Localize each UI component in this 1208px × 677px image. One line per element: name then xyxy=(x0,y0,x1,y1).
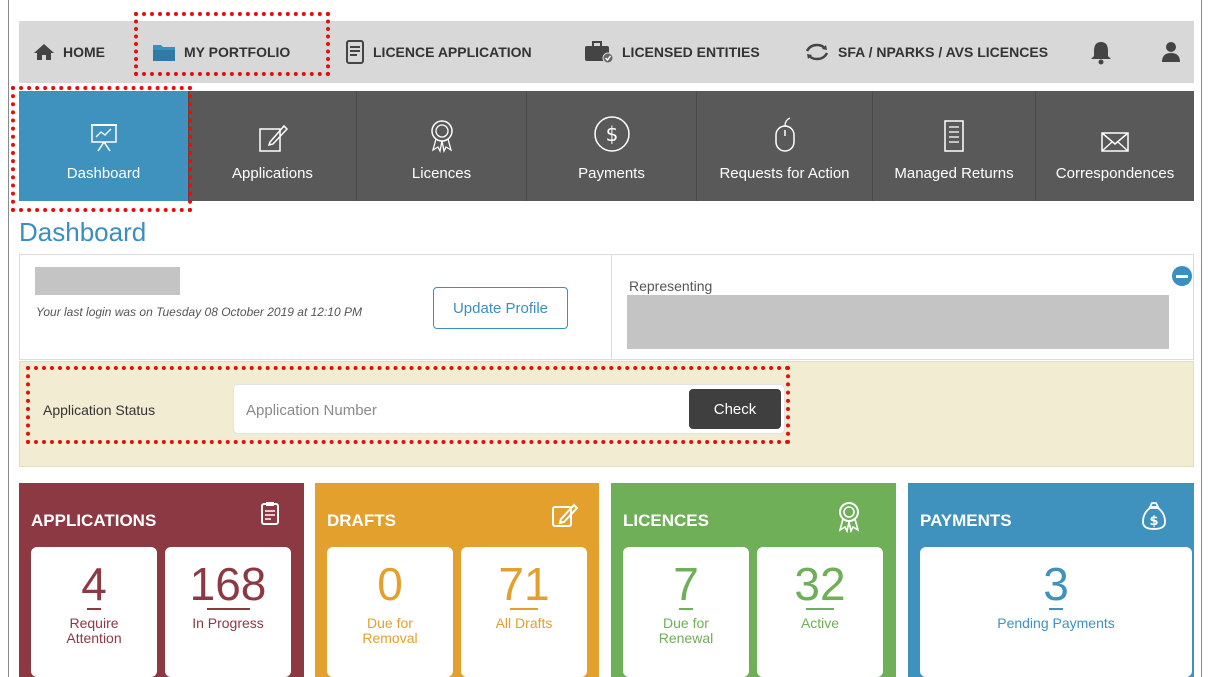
tab-licences-label: Licences xyxy=(411,165,472,182)
svg-text:$: $ xyxy=(605,122,618,146)
tab-applications[interactable]: Applications xyxy=(189,91,357,201)
payments-card: PAYMENTS $ 3 Pending Payments xyxy=(908,483,1194,677)
licences-card-title: LICENCES xyxy=(623,511,709,530)
dollar-circle-icon: $ xyxy=(593,116,630,152)
profile-panel: Your last login was on Tuesday 08 Octobe… xyxy=(19,254,1194,360)
application-number-input[interactable] xyxy=(246,395,676,425)
require-attention-stat[interactable]: 4 Require Attention xyxy=(31,547,157,677)
representing-label: Representing xyxy=(629,278,713,294)
tab-payments-label: Payments xyxy=(578,165,645,182)
payments-card-title: PAYMENTS xyxy=(920,511,1012,530)
tab-correspondences-label: Correspondences xyxy=(1055,165,1175,182)
applications-card: APPLICATIONS 4 Require Attention 168 In … xyxy=(19,483,304,677)
top-navigation: HOME MY PORTFOLIO LICENCE APPLICATION LI… xyxy=(19,21,1194,83)
due-for-removal-label: Due for Removal xyxy=(362,615,418,646)
page-title: Dashboard xyxy=(19,217,147,247)
drafts-card-title: DRAFTS xyxy=(327,511,396,530)
tab-correspondences[interactable]: Correspondences xyxy=(1036,91,1194,201)
nav-licensed-entities-label: LICENSED ENTITIES xyxy=(622,44,760,60)
in-progress-count: 168 xyxy=(189,558,267,610)
user-icon xyxy=(1162,42,1180,62)
tab-dashboard-label: Dashboard xyxy=(66,165,141,182)
user-menu-button[interactable] xyxy=(1161,21,1189,83)
application-number-field: Check xyxy=(233,384,785,434)
active-count: 32 xyxy=(794,558,846,610)
pending-payments-count: 3 xyxy=(1043,558,1069,610)
tab-applications-label: Applications xyxy=(232,165,313,182)
last-login-text: Your last login was on Tuesday 08 Octobe… xyxy=(36,305,362,319)
nav-licensed-entities[interactable]: LICENSED ENTITIES xyxy=(584,21,760,83)
redacted-entity-name xyxy=(627,295,1169,349)
edit-pencil-icon xyxy=(258,124,288,152)
active-label: Active xyxy=(800,615,840,631)
application-status-bar: Application Status Check xyxy=(19,361,1194,467)
check-button[interactable]: Check xyxy=(689,389,781,429)
envelope-icon xyxy=(1101,132,1129,152)
nav-sfa-licences[interactable]: SFA / NPARKS / AVS LICENCES xyxy=(804,21,1048,83)
all-drafts-count: 71 xyxy=(498,558,550,610)
tab-requests-for-action-label: Requests for Action xyxy=(719,165,850,182)
nav-my-portfolio-label: MY PORTFOLIO xyxy=(184,44,291,60)
require-attention-label: Require Attention xyxy=(66,615,122,646)
award-ribbon-icon xyxy=(430,120,453,153)
nav-my-portfolio[interactable]: MY PORTFOLIO xyxy=(152,21,290,83)
redacted-user-name xyxy=(35,267,180,295)
tab-requests-for-action[interactable]: Requests for Action xyxy=(697,91,873,201)
active-stat[interactable]: 32 Active xyxy=(757,547,883,677)
drafts-card: DRAFTS 0 Due for Removal 71 All Drafts xyxy=(315,483,599,677)
pending-payments-stat[interactable]: 3 Pending Payments xyxy=(920,547,1192,677)
due-for-removal-count: 0 xyxy=(377,558,403,610)
clipboard-icon xyxy=(261,502,279,525)
home-icon xyxy=(34,44,54,60)
tab-payments[interactable]: $ Payments xyxy=(527,91,697,201)
in-progress-stat[interactable]: 168 In Progress xyxy=(165,547,291,677)
money-bag-icon: $ xyxy=(1142,502,1166,530)
pending-payments-label: Pending Payments xyxy=(997,615,1115,631)
nav-licence-application-label: LICENCE APPLICATION xyxy=(373,44,532,60)
nav-licence-application[interactable]: LICENCE APPLICATION xyxy=(345,21,532,83)
mouse-icon xyxy=(774,117,795,152)
svg-text:$: $ xyxy=(1149,514,1158,529)
application-status-label: Application Status xyxy=(43,402,156,418)
tab-dashboard[interactable]: Dashboard xyxy=(19,91,189,201)
all-drafts-label: All Drafts xyxy=(495,615,553,631)
due-for-renewal-count: 7 xyxy=(673,558,699,610)
due-for-renewal-stat[interactable]: 7 Due for Renewal xyxy=(623,547,749,677)
update-profile-button[interactable]: Update Profile xyxy=(433,287,568,329)
bell-icon xyxy=(1091,42,1111,65)
award-icon xyxy=(838,502,860,533)
in-progress-label: In Progress xyxy=(192,615,264,631)
all-drafts-stat[interactable]: 71 All Drafts xyxy=(461,547,587,677)
nav-home[interactable]: HOME xyxy=(33,21,105,83)
nav-sfa-licences-label: SFA / NPARKS / AVS LICENCES xyxy=(838,44,1049,60)
due-for-renewal-label: Due for Renewal xyxy=(658,615,714,646)
tab-licences[interactable]: Licences xyxy=(357,91,527,201)
form-icon xyxy=(346,40,364,64)
exchange-arrows-icon xyxy=(805,43,829,61)
licences-card: LICENCES 7 Due for Renewal 32 Active xyxy=(611,483,896,677)
require-attention-count: 4 xyxy=(81,558,107,610)
module-tab-bar: Dashboard Applications Licences $ Paymen… xyxy=(19,91,1194,201)
collapse-icon[interactable] xyxy=(1172,266,1192,286)
tab-managed-returns[interactable]: Managed Returns xyxy=(873,91,1036,201)
presentation-chart-icon xyxy=(90,124,117,152)
profile-divider xyxy=(611,255,612,360)
tab-managed-returns-label: Managed Returns xyxy=(894,165,1014,182)
applications-card-title: APPLICATIONS xyxy=(31,511,157,530)
nav-home-label: HOME xyxy=(63,44,105,60)
briefcase-icon xyxy=(585,41,614,64)
notifications-button[interactable] xyxy=(1088,21,1122,83)
edit-icon xyxy=(552,503,579,527)
document-icon xyxy=(944,120,964,152)
due-for-removal-stat[interactable]: 0 Due for Removal xyxy=(327,547,453,677)
folder-icon xyxy=(153,45,175,61)
